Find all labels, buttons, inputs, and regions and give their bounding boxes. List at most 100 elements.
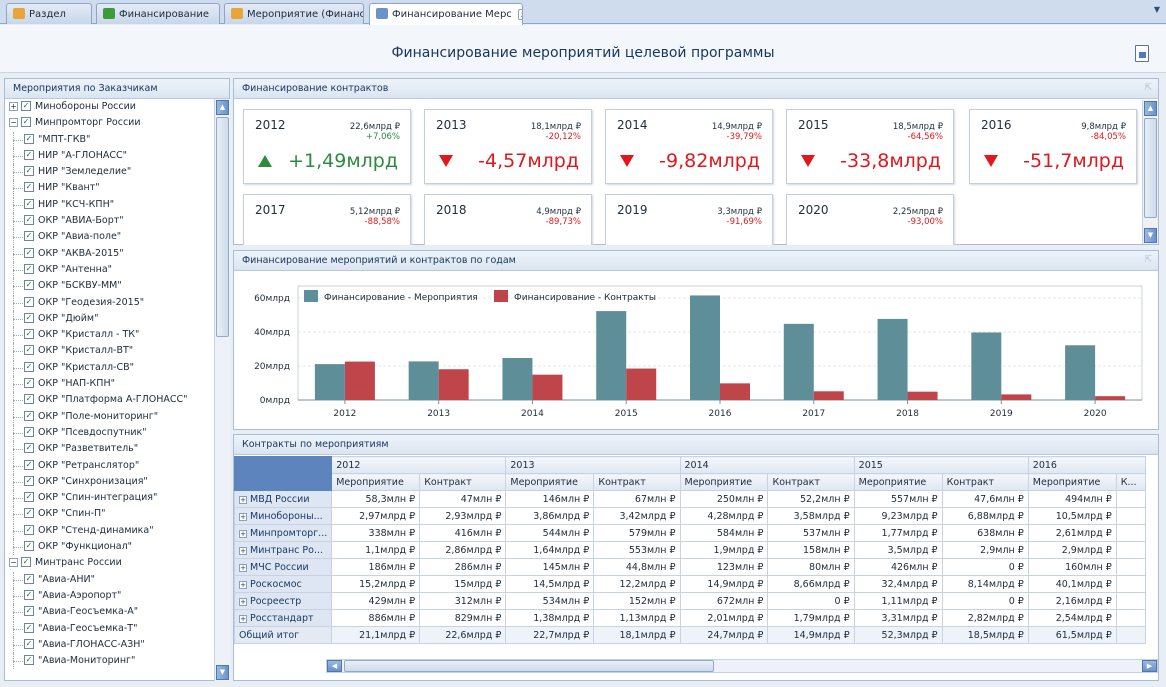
tree-node-event[interactable]: ✓ НИР "А-ГЛОНАСС" [5, 147, 214, 164]
tree-node-event[interactable]: ✓ ОКР "Поле-мониторинг" [5, 408, 214, 425]
tree-node-event[interactable]: ✓ ОКР "Дюйм" [5, 310, 214, 327]
tree-node-event[interactable]: ✓ ОКР "Спин-интеграция" [5, 490, 214, 507]
checkbox[interactable]: ✓ [24, 541, 34, 552]
scroll-right-button[interactable]: ▶ [1142, 660, 1157, 672]
expand-icon[interactable]: + [9, 102, 18, 111]
checkbox[interactable]: ✓ [24, 149, 34, 160]
tab-financing[interactable]: Финансирование [96, 3, 220, 24]
subheader-contract[interactable]: Контракт [941, 473, 1029, 491]
checkbox[interactable]: ✓ [24, 394, 34, 405]
checkbox[interactable]: ✓ [24, 378, 34, 389]
row-header[interactable]: + МЧС России [234, 558, 333, 576]
checkbox[interactable]: ✓ [24, 296, 34, 307]
tree-node-event[interactable]: ✓ "Авиа-Аэропорт" [5, 587, 214, 604]
checkbox[interactable]: ✓ [24, 133, 34, 144]
year-header[interactable]: 2013 [505, 456, 681, 474]
tree-node-event[interactable]: ✓ ОКР "Кристалл - ТК" [5, 327, 214, 344]
chevron-down-icon[interactable]: ▼ [1154, 5, 1160, 14]
year-header[interactable]: 2014 [679, 456, 855, 474]
collapse-icon[interactable]: − [9, 558, 18, 568]
pin-icon[interactable]: ⇱ [1144, 83, 1152, 93]
row-header[interactable]: + МВД России [234, 490, 333, 508]
tree-node-event[interactable]: ✓ ОКР "НАП-КПН" [5, 376, 214, 393]
tree-node-event[interactable]: ✓ ОКР "Авиа-поле" [5, 229, 214, 246]
tree-node-event[interactable]: ✓ ОКР "Стенд-динамика" [5, 522, 214, 539]
scroll-thumb[interactable] [216, 117, 229, 337]
checkbox[interactable]: ✓ [24, 182, 34, 193]
tree-node-event[interactable]: ✓ ОКР "Ретранслятор" [5, 457, 214, 474]
export-pdf-icon[interactable] [1135, 45, 1149, 62]
grid-horizontal-scrollbar[interactable]: ◀ ▶ [326, 659, 1158, 673]
checkbox[interactable]: ✓ [24, 508, 34, 519]
tree-node-event[interactable]: ✓ "Авиа-АНИ" [5, 571, 214, 588]
checkbox[interactable]: ✓ [21, 101, 31, 111]
scroll-up-button[interactable]: ▲ [1144, 101, 1157, 116]
row-header[interactable]: + Минтранс Ро... [234, 541, 333, 559]
expand-icon[interactable]: + [239, 580, 247, 589]
checkbox[interactable]: ✓ [24, 655, 34, 666]
tree-node-event[interactable]: ✓ НИР "Квант" [5, 180, 214, 197]
tree-node-event[interactable]: ✓ НИР "Земледелие" [5, 164, 214, 181]
checkbox[interactable]: ✓ [24, 361, 34, 372]
tree-node-event[interactable]: ✓ "МПТ-ГКВ" [5, 131, 214, 148]
checkbox[interactable]: ✓ [24, 329, 34, 340]
tree-node-event[interactable]: ✓ "Авиа-Геосъемка-Т" [5, 620, 214, 637]
scroll-down-button[interactable]: ▼ [216, 665, 229, 680]
checkbox[interactable]: ✓ [21, 117, 31, 128]
checkbox[interactable]: ✓ [24, 443, 34, 454]
checkbox[interactable]: ✓ [24, 198, 34, 209]
subheader-contract[interactable]: Контракт [593, 473, 681, 491]
checkbox[interactable]: ✓ [24, 215, 34, 226]
expand-icon[interactable]: + [239, 495, 247, 504]
year-header[interactable]: 2015 [853, 456, 1029, 474]
row-header[interactable]: + Росреестр [234, 592, 333, 610]
subheader-contract[interactable]: Контракт [419, 473, 507, 491]
tree-node-event[interactable]: ✓ ОКР "Платформа А-ГЛОНАСС" [5, 392, 214, 409]
pin-icon[interactable]: ⇱ [1144, 255, 1152, 265]
tree-node-event[interactable]: ✓ ОКР "АКВА-2015" [5, 245, 214, 262]
subheader-event[interactable]: Мероприятие [679, 473, 769, 491]
subheader-event[interactable]: Мероприятие [853, 473, 943, 491]
tree-node-event[interactable]: ✓ ОКР "Спин-П" [5, 506, 214, 523]
tree-node-event[interactable]: ✓ ОКР "Кристалл-ВТ" [5, 343, 214, 360]
row-header[interactable]: + Минобороны... [234, 507, 333, 525]
tree-scrollbar[interactable]: ▲ ▼ [214, 99, 230, 681]
tree-node-customer[interactable]: − ✓ Минпромторг России [5, 115, 214, 131]
tab-event-financing[interactable]: Мероприятие (Финанс [224, 3, 364, 24]
tree-node-event[interactable]: ✓ ОКР "Функционал" [5, 539, 214, 556]
tree-node-event[interactable]: ✓ ОКР "Кристалл-СВ" [5, 359, 214, 376]
tree-node-event[interactable]: ✓ "Авиа-Геосъемка-А" [5, 604, 214, 621]
expand-icon[interactable]: + [239, 614, 247, 623]
checkbox[interactable]: ✓ [24, 492, 34, 503]
cards-scrollbar[interactable]: ▲ ▼ [1142, 100, 1158, 244]
checkbox[interactable]: ✓ [24, 606, 34, 617]
checkbox[interactable]: ✓ [21, 557, 31, 568]
checkbox[interactable]: ✓ [24, 622, 34, 633]
tree-node-event[interactable]: ✓ ОКР "АВИА-Борт" [5, 213, 214, 230]
tab-section[interactable]: Раздел [6, 3, 92, 24]
scroll-thumb[interactable] [344, 660, 714, 672]
checkbox[interactable]: ✓ [24, 638, 34, 649]
checkbox[interactable]: ✓ [24, 280, 34, 291]
tree-node-event[interactable]: ✓ ОКР "БСКВУ-ММ" [5, 278, 214, 295]
tree-node-event[interactable]: ✓ ОКР "Псевдоспутник" [5, 424, 214, 441]
close-icon[interactable]: x [517, 9, 522, 20]
tree-node-event[interactable]: ✓ "Авиа-Мониторинг" [5, 653, 214, 670]
checkbox[interactable]: ✓ [24, 166, 34, 177]
subheader-contract[interactable]: Контракт [767, 473, 855, 491]
tab-events-financing[interactable]: Финансирование Мерс x [369, 3, 523, 25]
checkbox[interactable]: ✓ [24, 247, 34, 258]
year-header[interactable]: 2016 [1027, 456, 1146, 474]
checkbox[interactable]: ✓ [24, 345, 34, 356]
scroll-up-button[interactable]: ▲ [216, 100, 229, 115]
checkbox[interactable]: ✓ [24, 231, 34, 242]
tree-node-event[interactable]: ✓ ОКР "Геодезия-2015" [5, 294, 214, 311]
checkbox[interactable]: ✓ [24, 410, 34, 421]
expand-icon[interactable]: + [239, 563, 247, 572]
expand-icon[interactable]: + [239, 512, 247, 521]
checkbox[interactable]: ✓ [24, 589, 34, 600]
expand-icon[interactable]: + [239, 597, 247, 606]
subheader-contract[interactable]: К... [1115, 473, 1146, 491]
scroll-thumb[interactable] [1144, 118, 1157, 218]
tree-node-customer[interactable]: − ✓ Минтранс России [5, 555, 214, 571]
